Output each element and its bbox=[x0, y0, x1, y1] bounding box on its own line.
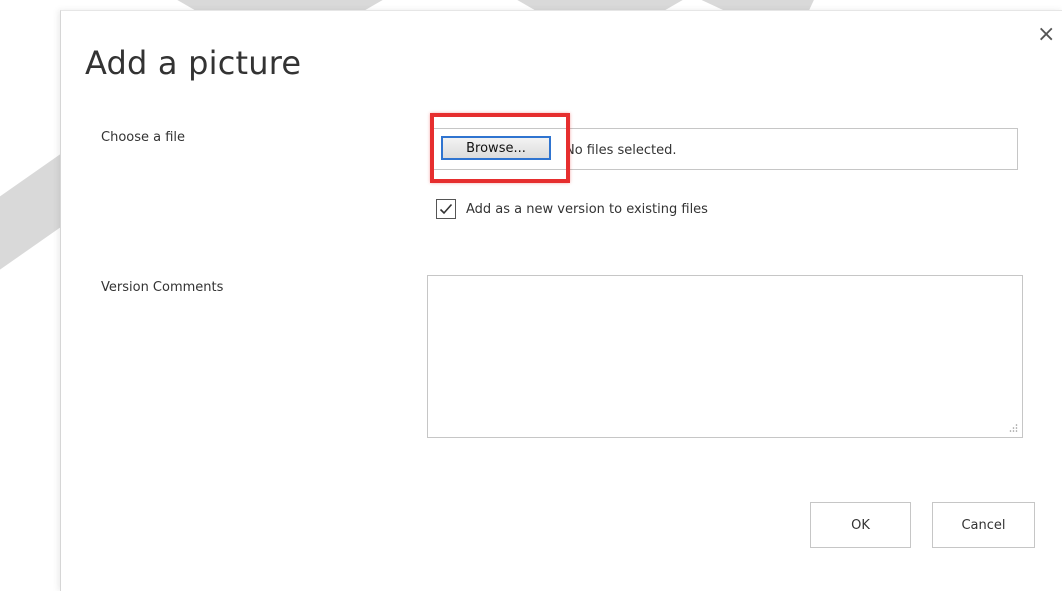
file-status-text: No files selected. bbox=[565, 143, 677, 158]
close-icon[interactable]: × bbox=[1037, 24, 1055, 46]
resize-grip-icon[interactable] bbox=[1008, 423, 1018, 433]
highlight-annotation bbox=[430, 113, 570, 183]
add-version-label: Add as a new version to existing files bbox=[466, 201, 708, 217]
cancel-button[interactable]: Cancel bbox=[932, 502, 1035, 548]
version-comments-label: Version Comments bbox=[101, 280, 224, 295]
choose-file-label: Choose a file bbox=[101, 130, 186, 145]
version-comments-textarea[interactable] bbox=[427, 275, 1023, 438]
add-version-option[interactable]: Add as a new version to existing files bbox=[436, 199, 708, 219]
ok-button[interactable]: OK bbox=[810, 502, 911, 548]
dialog-title: Add a picture bbox=[85, 44, 302, 82]
checkmark-icon bbox=[439, 203, 453, 215]
add-version-checkbox[interactable] bbox=[436, 199, 456, 219]
